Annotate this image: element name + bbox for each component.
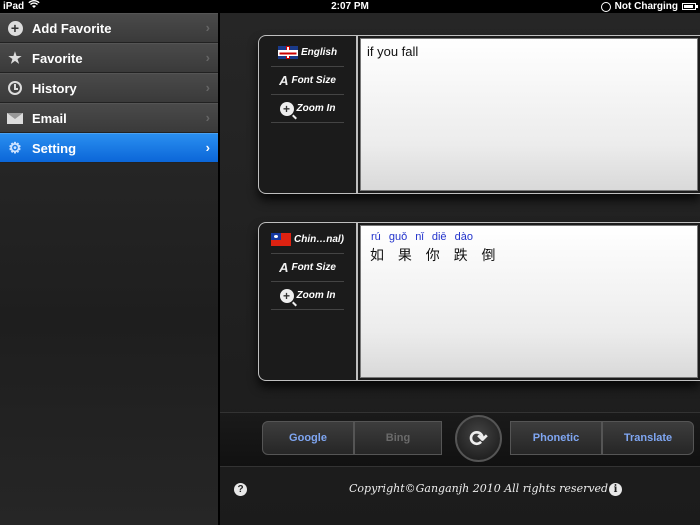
pinyin-text: rú guǒ nǐ diē dào — [371, 231, 473, 243]
source-language-button[interactable]: English — [271, 39, 344, 67]
translator-main: English A Font Size + Zoom In if you fal… — [220, 13, 700, 525]
sidebar-item-label: Add Favorite — [32, 20, 112, 36]
source-panel: English A Font Size + Zoom In if you fal… — [258, 35, 700, 194]
target-panel: Chin…nal) A Font Size + Zoom In rú guǒ n… — [258, 222, 700, 381]
zoom-label: Zoom In — [296, 290, 336, 301]
chevron-right-icon: › — [205, 20, 210, 35]
source-controls: English A Font Size + Zoom In — [259, 36, 358, 193]
zoom-label: Zoom In — [296, 103, 336, 114]
target-language-button[interactable]: Chin…nal) — [271, 226, 344, 254]
zoom-in-icon: + — [279, 288, 294, 303]
sidebar-item-label: History — [32, 80, 77, 96]
chevron-right-icon: › — [205, 80, 210, 95]
zoom-in-icon: + — [279, 101, 294, 116]
action-bar: Google Bing ⟳ Phonetic Translate — [220, 412, 700, 467]
battery-icon — [682, 3, 698, 10]
source-zoom-button[interactable]: + Zoom In — [271, 95, 344, 123]
target-zoom-button[interactable]: + Zoom In — [271, 282, 344, 310]
phonetic-button[interactable]: Phonetic — [510, 421, 602, 455]
font-size-icon: A — [279, 73, 289, 88]
sidebar-item-label: Setting — [32, 140, 77, 156]
status-time: 2:07 PM — [331, 1, 369, 12]
translated-text: 如 果 你 跌 倒 — [370, 247, 501, 263]
envelope-icon — [6, 109, 24, 127]
source-text-input[interactable]: if you fall — [360, 38, 698, 191]
sidebar-item-email[interactable]: Email › — [0, 103, 218, 133]
translation-output[interactable]: rú guǒ nǐ diē dào 如 果 你 跌 倒 — [360, 225, 698, 378]
info-icon[interactable]: i — [609, 483, 622, 496]
target-controls: Chin…nal) A Font Size + Zoom In — [259, 223, 358, 380]
sidebar: + Add Favorite › ★ Favorite › History › … — [0, 13, 219, 525]
chevron-right-icon: › — [205, 110, 210, 125]
font-size-label: Font Size — [291, 262, 336, 273]
charging-status: Not Charging — [614, 1, 678, 12]
swap-icon: ⟳ — [469, 425, 488, 451]
add-icon: + — [6, 19, 24, 37]
chevron-right-icon: › — [205, 50, 210, 65]
swap-languages-button[interactable]: ⟳ — [455, 415, 502, 462]
rotation-lock-icon — [600, 1, 611, 12]
source-language-label: English — [300, 47, 338, 58]
help-icon[interactable]: ? — [234, 483, 247, 496]
sidebar-item-setting[interactable]: ⚙ Setting › — [0, 133, 218, 163]
sidebar-item-label: Favorite — [32, 50, 83, 66]
copyright-text: Copyright©Ganganjh 2010 All rights reser… — [349, 482, 609, 495]
google-button[interactable]: Google — [262, 421, 354, 455]
source-font-size-button[interactable]: A Font Size — [271, 67, 344, 95]
taiwan-flag-icon — [271, 233, 291, 246]
sidebar-item-history[interactable]: History › — [0, 73, 218, 103]
source-text: if you fall — [367, 44, 419, 59]
clock-icon — [6, 79, 24, 97]
battery-level — [684, 5, 693, 8]
star-icon: ★ — [8, 50, 22, 67]
sidebar-item-label: Email — [32, 110, 67, 126]
gear-icon: ⚙ — [8, 140, 22, 157]
target-font-size-button[interactable]: A Font Size — [271, 254, 344, 282]
font-size-icon: A — [279, 260, 289, 275]
sidebar-item-favorite[interactable]: ★ Favorite › — [0, 43, 218, 73]
chevron-right-icon: › — [205, 140, 210, 155]
uk-flag-icon — [277, 46, 298, 59]
translate-button[interactable]: Translate — [602, 421, 694, 455]
bing-button[interactable]: Bing — [354, 421, 442, 455]
font-size-label: Font Size — [291, 75, 336, 86]
target-language-label: Chin…nal) — [294, 234, 344, 245]
sidebar-item-add-favorite[interactable]: + Add Favorite › — [0, 13, 218, 43]
status-bar: iPad 2:07 PM Not Charging — [0, 0, 700, 13]
footer: ? Copyright©Ganganjh 2010 All rights res… — [220, 473, 700, 503]
